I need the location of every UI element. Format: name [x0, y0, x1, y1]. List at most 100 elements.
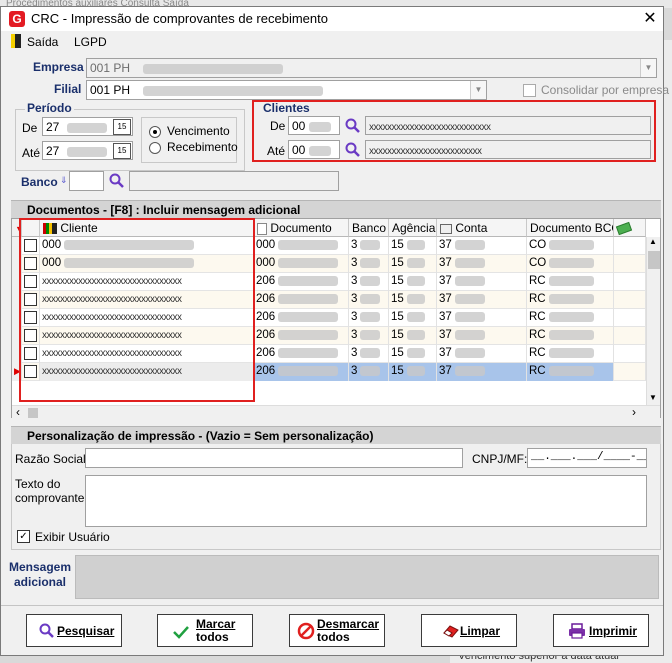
cell-agencia: 15 [389, 273, 437, 291]
chevron-down-icon: ▼ [470, 81, 486, 99]
calendar-icon[interactable]: 15 [113, 143, 131, 159]
search-icon[interactable] [109, 173, 125, 189]
cell-value: RC [529, 293, 546, 305]
cell-conta: 37 [437, 291, 527, 309]
empresa-select[interactable]: 001 PH ▼ [86, 58, 657, 78]
cell-value: 3 [351, 293, 358, 305]
periodo-ate-label: Até [22, 146, 41, 160]
redacted-text [406, 311, 425, 322]
close-button[interactable]: ✕ [637, 8, 663, 30]
redacted-text [360, 257, 381, 268]
dialog-window: G CRC - Impressão de comprovantes de rec… [0, 6, 669, 656]
razao-social-input[interactable] [85, 448, 463, 468]
clientes-de-label: De [270, 119, 286, 133]
column-conta-label: Conta [455, 221, 488, 235]
cell-documento: 000 [254, 237, 349, 255]
scroll-thumb-h[interactable] [28, 408, 38, 418]
filial-value: 001 PH [90, 83, 131, 97]
periodo-ate-date[interactable]: 27 15 [42, 141, 133, 160]
column-money[interactable] [614, 219, 646, 237]
grid-horizontal-scrollbar[interactable]: ‹ › [12, 405, 660, 419]
chevron-down-icon: ▼ [640, 59, 656, 77]
periodo-de-label: De [22, 121, 38, 135]
cell-conta: 37 [437, 345, 527, 363]
cell-value: RC [529, 275, 546, 287]
redacted-text [278, 293, 339, 304]
column-agencia[interactable]: Agência [389, 219, 437, 237]
texto-comprovante-input[interactable] [85, 475, 647, 527]
redacted-text [406, 257, 425, 268]
search-icon[interactable] [345, 118, 361, 134]
cell-banco: 3 [349, 237, 389, 255]
marcar-todos-button[interactable]: Marcar todos [157, 614, 253, 647]
redacted-text [143, 63, 284, 74]
search-icon[interactable] [345, 142, 361, 158]
exibir-usuario-checkbox[interactable]: ✓ [17, 530, 30, 543]
cell-value: 206 [256, 365, 276, 377]
cell-agencia: 15 [389, 255, 437, 273]
redacted-text [308, 121, 331, 132]
cell-value: RC [529, 347, 546, 359]
banco-label: Banco [21, 175, 58, 189]
window-title: CRC - Impressão de comprovantes de receb… [31, 11, 328, 26]
mensagem-adicional-box[interactable] [75, 555, 659, 599]
cell-conta: 37 [437, 273, 527, 291]
banco-input[interactable] [69, 171, 104, 191]
marcar-label-2: todos [196, 630, 229, 644]
vencimento-radio[interactable] [149, 126, 161, 138]
redacted-text [454, 311, 485, 322]
redacted-text [549, 239, 595, 250]
column-banco[interactable]: Banco [349, 219, 389, 237]
recebimento-radio[interactable] [149, 142, 161, 154]
grid-vertical-scrollbar[interactable]: ▲ ▼ [646, 237, 660, 405]
bottom-separator [1, 605, 663, 606]
cell-value: 15 [391, 257, 404, 269]
column-documento[interactable]: Documento [254, 219, 349, 237]
column-documento-bco-label: Documento BCO [530, 221, 614, 235]
desmarcar-todos-button[interactable]: Desmarcar todos [289, 614, 385, 647]
calendar-icon[interactable]: 15 [113, 119, 131, 135]
cell-value: 3 [351, 239, 358, 251]
pesquisar-button[interactable]: Pesquisar [26, 614, 122, 647]
clientes-de-code[interactable]: 00 [288, 116, 340, 135]
cell-empty [614, 273, 646, 291]
column-conta[interactable]: Conta [437, 219, 527, 237]
consolidar-checkbox[interactable] [523, 84, 536, 97]
cell-agencia: 15 [389, 327, 437, 345]
cell-value: 37 [439, 275, 452, 287]
scroll-down-icon[interactable]: ▼ [649, 393, 657, 402]
cell-conta: 37 [437, 327, 527, 345]
periodo-de-value: 27 [46, 120, 60, 134]
menu-exit[interactable]: Saída [27, 35, 58, 49]
menu-lgpd[interactable]: LGPD [74, 35, 107, 49]
cnpj-input[interactable]: __.___.___/____-__ [527, 448, 647, 468]
desmarcar-label-2: todos [317, 630, 350, 644]
redacted-text [308, 145, 331, 156]
cell-value: 000 [256, 257, 276, 269]
imprimir-button[interactable]: Imprimir [553, 614, 649, 647]
cell-value: 37 [439, 293, 452, 305]
periodo-de-date[interactable]: 27 15 [42, 117, 133, 136]
cell-documento: 206 [254, 327, 349, 345]
cell-banco: 3 [349, 291, 389, 309]
document-icon [257, 222, 267, 235]
redacted-text [360, 311, 381, 322]
scroll-right-icon[interactable]: › [632, 405, 636, 419]
cell-value: 15 [391, 239, 404, 251]
column-documento-bco[interactable]: Documento BCO [527, 219, 614, 237]
cell-conta: 37 [437, 237, 527, 255]
scroll-left-icon[interactable]: ‹ [16, 405, 20, 419]
redacted-text [406, 329, 425, 340]
cell-value: 206 [256, 311, 276, 323]
cell-value: 000 [256, 239, 276, 251]
filial-select[interactable]: 001 PH ▼ [86, 80, 487, 100]
limpar-button[interactable]: Limpar [421, 614, 517, 647]
redacted-text [360, 365, 381, 376]
clientes-ate-code[interactable]: 00 [288, 140, 340, 159]
scroll-thumb[interactable] [648, 251, 660, 269]
cell-empty [614, 327, 646, 345]
cell-doc-bco: RC [527, 291, 614, 309]
scroll-up-icon[interactable]: ▲ [649, 237, 657, 246]
cell-value: 15 [391, 365, 404, 377]
card-icon [440, 223, 452, 234]
